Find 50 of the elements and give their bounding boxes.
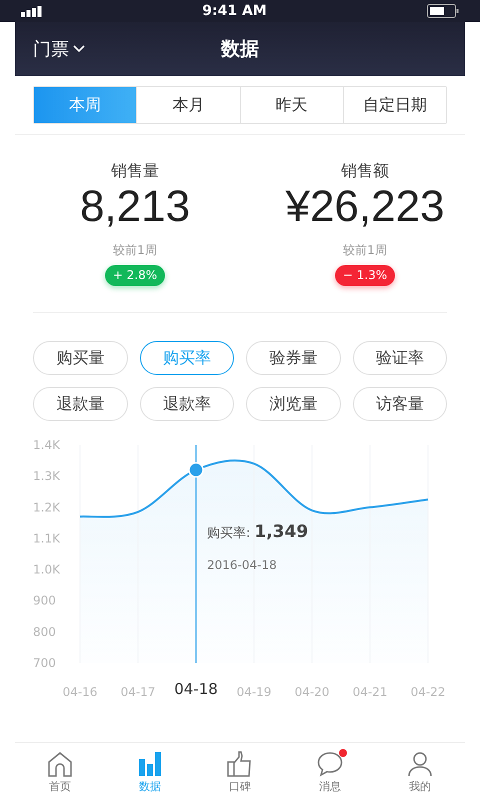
chevron-down-icon [73, 45, 85, 53]
signal-icon [21, 6, 42, 16]
y-axis-label: 1.3K [33, 469, 60, 484]
tooltip-value: 1,349 [254, 521, 308, 544]
x-axis-label: 04-17 [120, 685, 156, 699]
x-axis-label: 04-20 [294, 685, 330, 699]
x-axis-label: 04-21 [352, 685, 388, 699]
home-icon [47, 751, 73, 777]
x-axis-label: 04-22 [410, 685, 446, 699]
x-axis-label: 04-18 [174, 680, 218, 698]
compare-label: 较前1周 [113, 242, 157, 259]
battery-icon [427, 4, 459, 18]
change-badge: + 2.8% [104, 265, 166, 286]
thumbs-up-icon [227, 751, 253, 777]
x-axis-label: 04-19 [236, 685, 272, 699]
stat-value: 8,213 [80, 183, 190, 231]
chat-bubble-icon [317, 751, 343, 777]
tab-bar-item[interactable]: 口碑 [195, 743, 285, 800]
y-axis-label: 800 [33, 624, 56, 639]
y-axis-label: 1.1K [33, 531, 60, 546]
page-title: 数据 [221, 36, 259, 62]
y-axis-label: 1.4K [33, 438, 60, 452]
stat-label: 销售量 [111, 160, 159, 182]
tooltip-date: 2016-04-18 [207, 556, 278, 574]
metric-chip[interactable]: 验证率 [352, 341, 447, 375]
y-axis-label: 900 [33, 594, 56, 608]
tab-bar-item[interactable]: 我的 [375, 743, 465, 800]
x-axis-label: 04-16 [62, 685, 98, 699]
metric-chip[interactable]: 购买量 [33, 341, 128, 375]
change-badge: − 1.3% [334, 265, 396, 286]
y-axis-label: 700 [33, 656, 56, 670]
compare-label: 较前1周 [343, 242, 387, 259]
tab-bar-item[interactable]: 首页 [15, 743, 105, 800]
metric-chip[interactable]: 退款量 [33, 387, 128, 421]
bar-chart-icon [137, 751, 163, 777]
tooltip-label: 购买率: [207, 525, 250, 543]
period-tab[interactable]: 自定日期 [342, 87, 446, 123]
stat-value: ¥26,223 [285, 183, 445, 231]
data-point[interactable] [188, 462, 204, 478]
metric-chip[interactable]: 验券量 [246, 341, 340, 375]
metric-chip[interactable]: 浏览量 [246, 387, 340, 421]
user-icon [407, 751, 433, 777]
y-axis-label: 1.0K [33, 562, 60, 577]
metric-chip[interactable]: 访客量 [352, 387, 447, 421]
y-axis-label: 1.2K [33, 500, 60, 514]
status-time: 9:41 AM [202, 2, 267, 20]
tab-bar-item[interactable]: 消息 [285, 743, 375, 800]
stat-label: 销售额 [341, 160, 389, 182]
category-dropdown[interactable]: 门票 [33, 36, 85, 62]
metric-chip[interactable]: 退款率 [140, 387, 234, 421]
